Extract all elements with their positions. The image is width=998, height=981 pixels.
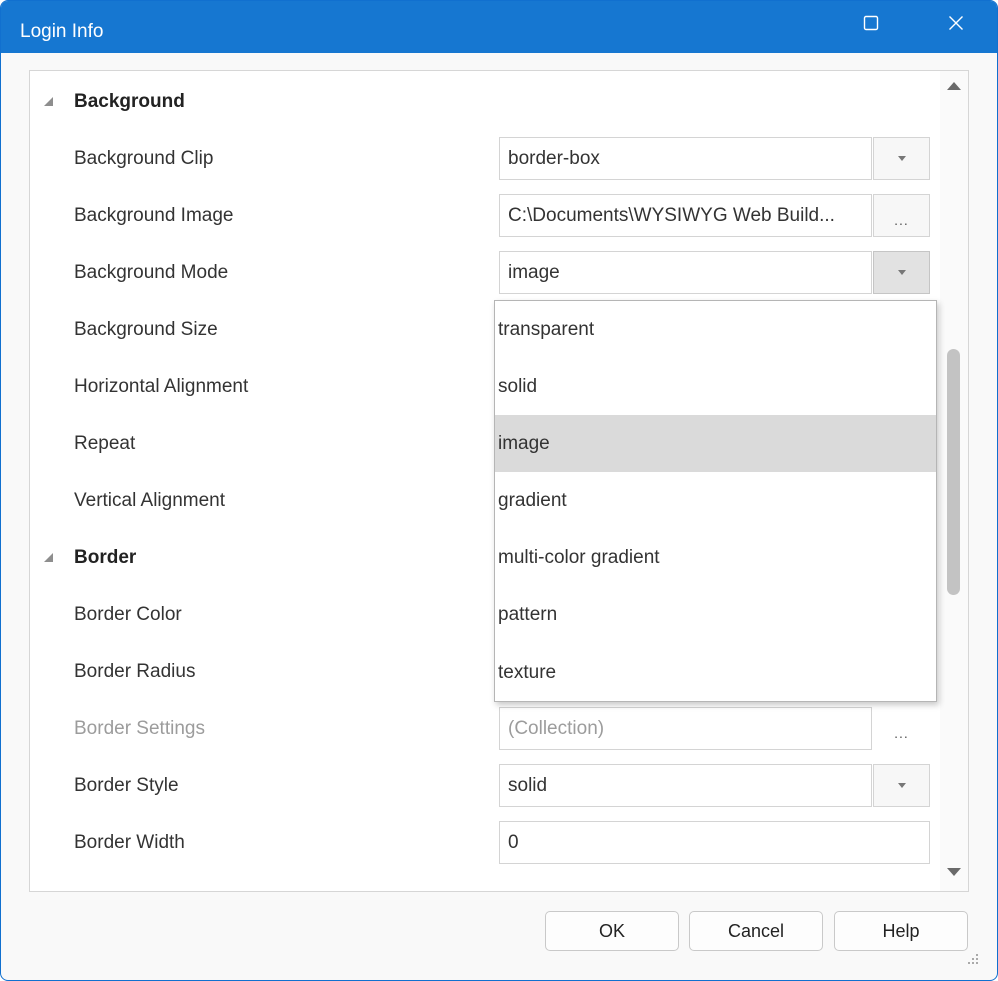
property-label: Vertical Alignment (74, 490, 226, 511)
property-label: Border Settings (74, 718, 205, 739)
property-label: Border Style (74, 775, 179, 796)
border-style-dropdown-button[interactable] (873, 764, 930, 807)
title-bar: Login Info (1, 1, 997, 53)
property-background-image[interactable]: Background Image C:\Documents\WYSIWYG We… (30, 187, 940, 244)
scroll-down-icon[interactable] (947, 868, 961, 876)
login-info-dialog: Login Info Background Background Clip bo… (0, 0, 998, 981)
property-label: Background Clip (74, 148, 214, 169)
property-border-width[interactable]: Border Width 0 (30, 814, 940, 871)
collapse-triangle-icon[interactable] (43, 96, 54, 107)
close-button[interactable] (926, 1, 986, 45)
property-background-clip[interactable]: Background Clip border-box (30, 130, 940, 187)
dropdown-option-image[interactable]: image (495, 415, 936, 473)
property-border-style[interactable]: Border Style solid (30, 757, 940, 814)
dropdown-option-pattern[interactable]: pattern (495, 586, 936, 643)
property-label: Background Mode (74, 262, 229, 283)
maximize-button[interactable] (841, 1, 901, 45)
background-image-browse-button[interactable]: ... (873, 194, 930, 237)
scrollbar-thumb[interactable] (947, 349, 960, 595)
property-label: Background Size (74, 319, 218, 340)
dropdown-option-multi-color-gradient[interactable]: multi-color gradient (495, 529, 936, 586)
border-settings-value: (Collection) (499, 707, 872, 750)
close-icon (949, 16, 963, 30)
cancel-button[interactable]: Cancel (689, 911, 823, 951)
property-label: Horizontal Alignment (74, 376, 249, 397)
chevron-down-icon (897, 783, 906, 788)
category-label: Background (74, 91, 185, 112)
ellipsis-icon: ... (894, 724, 909, 741)
property-background-mode[interactable]: Background Mode image (30, 244, 940, 301)
maximize-icon (863, 15, 879, 31)
dropdown-option-transparent[interactable]: transparent (495, 301, 936, 358)
property-label: Background Image (74, 205, 234, 226)
chevron-down-icon (897, 270, 906, 275)
resize-grip-icon[interactable] (965, 951, 979, 965)
dropdown-option-gradient[interactable]: gradient (495, 472, 936, 529)
window-title: Login Info (20, 21, 104, 42)
property-label: Border Color (74, 604, 182, 625)
property-label: Border Width (74, 832, 185, 853)
property-border-settings[interactable]: Border Settings (Collection) ... (30, 700, 940, 757)
ok-button[interactable]: OK (545, 911, 679, 951)
chevron-down-icon (897, 156, 906, 161)
scroll-up-icon[interactable] (947, 82, 961, 90)
background-image-value[interactable]: C:\Documents\WYSIWYG Web Build... (499, 194, 872, 237)
border-settings-browse-button[interactable]: ... (873, 707, 930, 750)
border-width-input[interactable]: 0 (499, 821, 930, 864)
dropdown-option-texture[interactable]: texture (495, 644, 936, 701)
background-mode-dropdown-button[interactable] (873, 251, 930, 294)
help-button[interactable]: Help (834, 911, 968, 951)
background-mode-dropdown-list: transparent solid image gradient multi-c… (494, 300, 937, 702)
dropdown-option-solid[interactable]: solid (495, 358, 936, 415)
category-label: Border (74, 547, 137, 568)
vertical-scrollbar[interactable] (940, 71, 968, 891)
ellipsis-icon: ... (894, 211, 909, 228)
border-style-value[interactable]: solid (499, 764, 872, 807)
category-background[interactable]: Background (30, 73, 940, 130)
background-clip-value[interactable]: border-box (499, 137, 872, 180)
background-clip-dropdown-button[interactable] (873, 137, 930, 180)
collapse-triangle-icon[interactable] (43, 552, 54, 563)
property-label: Border Radius (74, 661, 196, 682)
background-mode-value[interactable]: image (499, 251, 872, 294)
property-label: Repeat (74, 433, 136, 454)
